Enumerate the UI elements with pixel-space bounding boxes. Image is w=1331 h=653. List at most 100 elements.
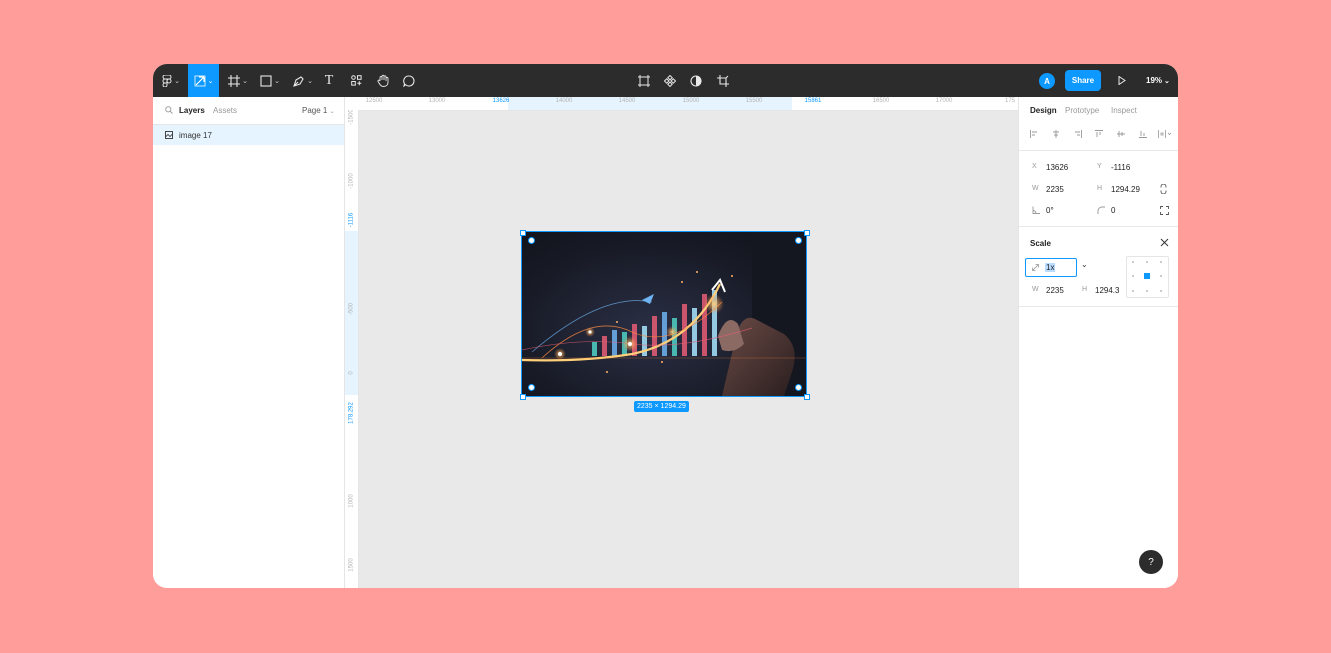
origin-dot[interactable]: [1146, 261, 1148, 263]
resize-handle[interactable]: [795, 384, 802, 391]
resize-handle[interactable]: [528, 237, 535, 244]
height-field[interactable]: 1294.29: [1111, 185, 1140, 194]
rotation-field[interactable]: 0°: [1046, 206, 1054, 215]
x-field[interactable]: 13626: [1046, 163, 1068, 172]
avatar[interactable]: A: [1039, 73, 1055, 89]
frame-tool-button[interactable]: ⌄: [225, 64, 251, 97]
independent-corners-icon[interactable]: [1160, 206, 1169, 215]
width-field[interactable]: 2235: [1046, 185, 1064, 194]
origin-dot[interactable]: [1132, 290, 1134, 292]
comment-icon: [403, 74, 415, 87]
constrain-proportions-icon[interactable]: [1160, 184, 1167, 194]
ruler-label: -500: [348, 303, 355, 316]
tab-design[interactable]: Design: [1030, 106, 1057, 115]
scale-width-label: W: [1032, 286, 1039, 293]
chevron-down-icon: ⌄: [1164, 77, 1170, 85]
tab-assets[interactable]: Assets: [213, 106, 237, 115]
ruler-label: 15000: [682, 98, 700, 104]
corner-radius-field[interactable]: 0: [1111, 206, 1115, 215]
help-button[interactable]: ?: [1139, 550, 1163, 574]
scale-input[interactable]: 1x: [1025, 258, 1077, 277]
origin-dot[interactable]: [1160, 261, 1162, 263]
corner-handle[interactable]: [520, 394, 526, 400]
scale-origin-grid[interactable]: [1126, 256, 1169, 298]
origin-dot[interactable]: [1160, 290, 1162, 292]
ruler-label-selected: 178.292: [348, 402, 355, 424]
rotation-icon: [1032, 206, 1040, 214]
align-top-icon[interactable]: [1095, 130, 1103, 138]
zoom-dropdown[interactable]: 19% ⌄: [1146, 64, 1170, 97]
text-tool-button[interactable]: T: [321, 64, 337, 97]
figma-logo-icon: [162, 74, 172, 87]
align-right-icon[interactable]: [1074, 130, 1082, 138]
ruler-label: 1000: [348, 494, 355, 508]
crop-button[interactable]: [715, 64, 731, 97]
tab-inspect[interactable]: Inspect: [1111, 106, 1137, 115]
close-icon[interactable]: [1160, 238, 1169, 247]
origin-dot-selected[interactable]: [1144, 273, 1150, 279]
divider: [1019, 150, 1178, 151]
chevron-down-icon: ⌄: [174, 77, 180, 85]
component-button[interactable]: [636, 64, 652, 97]
scale-value: 1x: [1045, 263, 1056, 272]
main-menu-button[interactable]: ⌄: [159, 64, 183, 97]
corner-handle[interactable]: [804, 230, 810, 236]
frame-icon: [228, 74, 241, 87]
properties-panel: Design Prototype Inspect X 13626 Y -1116…: [1018, 97, 1178, 588]
component-icon: [638, 74, 650, 87]
align-bottom-icon[interactable]: [1139, 130, 1147, 138]
search-icon[interactable]: [165, 106, 173, 114]
align-left-icon[interactable]: [1030, 130, 1038, 138]
shape-tool-button[interactable]: ⌄: [257, 64, 283, 97]
ruler-label: 1500: [348, 558, 355, 572]
ruler-label-selected: 15861: [804, 98, 822, 104]
y-field[interactable]: -1116: [1111, 163, 1130, 172]
resize-handle[interactable]: [795, 237, 802, 244]
ruler-label: 175: [1004, 98, 1016, 104]
ruler-label: 15500: [745, 98, 763, 104]
ruler-label: 16500: [872, 98, 890, 104]
ruler-label-selected: -1116: [348, 212, 355, 228]
ruler-top: 12500 13000 13626 14000 14500 15000 1550…: [345, 97, 1018, 111]
tab-layers[interactable]: Layers: [179, 106, 205, 115]
distribute-icon[interactable]: [1158, 130, 1172, 138]
origin-dot[interactable]: [1132, 261, 1134, 263]
y-label: Y: [1097, 163, 1102, 170]
scale-width-field[interactable]: 2235: [1046, 286, 1064, 295]
ruler-label: 17000: [935, 98, 953, 104]
origin-dot[interactable]: [1132, 275, 1134, 277]
chevron-down-icon[interactable]: ⌄: [1081, 260, 1088, 269]
origin-dot[interactable]: [1160, 275, 1162, 277]
origin-dot[interactable]: [1146, 290, 1148, 292]
resize-handle[interactable]: [528, 384, 535, 391]
contrast-button[interactable]: [688, 64, 704, 97]
create-component-button[interactable]: [662, 64, 678, 97]
chevron-down-icon: ⌄: [329, 109, 335, 115]
align-center-icon[interactable]: [1052, 130, 1060, 138]
layer-item[interactable]: image 17: [153, 125, 344, 145]
scale-height-field[interactable]: 1294.3: [1095, 286, 1119, 295]
corner-handle[interactable]: [520, 230, 526, 236]
corner-radius-icon: [1097, 206, 1105, 214]
page-selector[interactable]: Page 1 ⌄: [302, 106, 335, 115]
move-tool-button[interactable]: ⌄: [188, 64, 219, 97]
ruler-label: 0: [348, 371, 355, 375]
selected-image[interactable]: [521, 231, 807, 397]
ruler-label: 14000: [555, 98, 573, 104]
tab-prototype[interactable]: Prototype: [1065, 106, 1099, 115]
pen-tool-button[interactable]: ⌄: [290, 64, 316, 97]
move-icon: [194, 75, 206, 86]
present-button[interactable]: [1116, 64, 1128, 97]
comment-tool-button[interactable]: [401, 64, 417, 97]
ruler-corner: [345, 97, 358, 110]
dimension-badge: 2235 × 1294.29: [634, 401, 689, 412]
chevron-down-icon: ⌄: [207, 77, 214, 85]
layers-panel: Layers Assets Page 1 ⌄ image 17: [153, 97, 345, 588]
corner-handle[interactable]: [804, 394, 810, 400]
width-label: W: [1032, 185, 1039, 192]
crop-icon: [717, 74, 729, 87]
share-button[interactable]: Share: [1065, 70, 1101, 91]
hand-tool-button[interactable]: [374, 64, 392, 97]
align-middle-icon[interactable]: [1117, 130, 1125, 138]
resources-tool-button[interactable]: [348, 64, 364, 97]
